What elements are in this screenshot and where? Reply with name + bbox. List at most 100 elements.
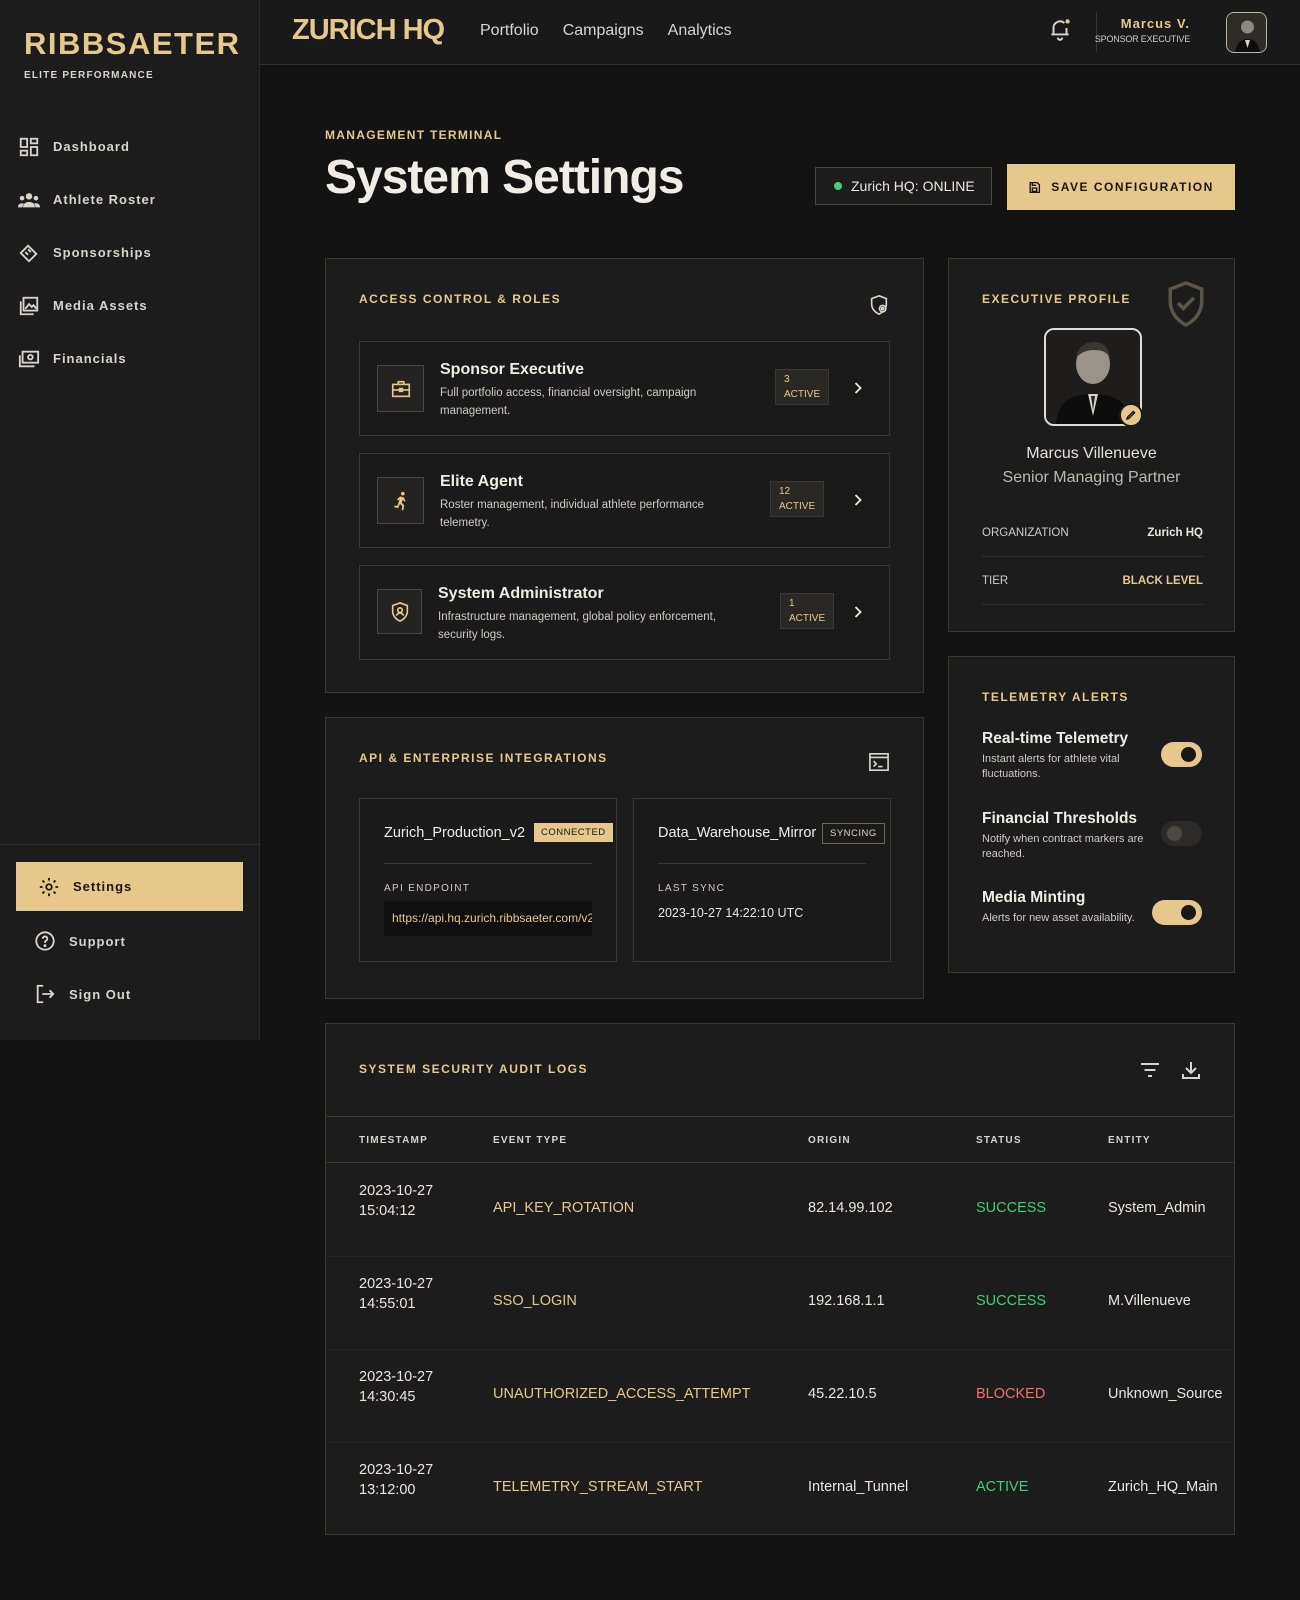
status-text: Zurich HQ: ONLINE: [851, 178, 975, 194]
sidebar-item-financials[interactable]: Financials: [0, 332, 259, 385]
sidebar-item-label: Athlete Roster: [53, 192, 156, 207]
role-count: 1: [789, 598, 795, 609]
handshake-icon: [17, 241, 41, 265]
integration-name: Zurich_Production_v2: [384, 825, 526, 841]
column-header: ORIGIN: [808, 1135, 851, 1146]
sidebar-footer: Settings Support Sign Out: [0, 844, 259, 1040]
top-nav-analytics[interactable]: Analytics: [668, 22, 732, 40]
photo-library-icon: [17, 294, 41, 318]
cell-origin: Internal_Tunnel: [808, 1479, 909, 1495]
role-status: ACTIVE: [779, 501, 816, 512]
api-endpoint-field[interactable]: https://api.hq.zurich.ribbsaeter.com/v2/…: [384, 901, 592, 936]
column-header: STATUS: [976, 1135, 1022, 1146]
cell-origin: 82.14.99.102: [808, 1200, 893, 1216]
role-elite-agent[interactable]: Elite Agent Roster management, individua…: [359, 453, 890, 548]
financial-thresholds-toggle[interactable]: [1161, 821, 1202, 846]
save-icon: [1028, 181, 1041, 194]
sidebar-item-label: Settings: [73, 879, 133, 894]
chevron-right-icon: [848, 602, 868, 622]
role-system-administrator[interactable]: System Administrator Infrastructure mana…: [359, 565, 890, 660]
column-header: EVENT TYPE: [493, 1135, 568, 1146]
cell-entity: System_Admin: [1108, 1200, 1206, 1216]
sidebar-item-sponsorships[interactable]: Sponsorships: [0, 226, 259, 279]
card-title: EXECUTIVE PROFILE: [982, 292, 1131, 306]
integration-label: LAST SYNC: [658, 883, 726, 894]
gear-icon: [37, 875, 61, 899]
admin-panel-settings-icon[interactable]: [868, 294, 890, 321]
cell-status: SUCCESS: [976, 1200, 1047, 1216]
card-title: SYSTEM SECURITY AUDIT LOGS: [359, 1062, 589, 1076]
sidebar-item-sign-out[interactable]: Sign Out: [33, 982, 131, 1006]
dashboard-icon: [17, 135, 41, 159]
user-menu[interactable]: Marcus V. SPONSOR EXECUTIVE: [1095, 16, 1190, 44]
status-badge: Zurich HQ: ONLINE: [815, 167, 992, 205]
top-bar: ZURICH HQ Portfolio Campaigns Analytics …: [260, 0, 1300, 65]
cell-timestamp: 2023-10-27 14:30:45: [359, 1369, 434, 1405]
column-header: ENTITY: [1108, 1135, 1151, 1146]
download-icon[interactable]: [1179, 1058, 1203, 1082]
top-nav-campaigns[interactable]: Campaigns: [563, 22, 644, 40]
save-label: SAVE CONFIGURATION: [1051, 180, 1214, 194]
integration-status-badge: CONNECTED: [534, 823, 613, 842]
athlete-icon: [377, 477, 424, 524]
sidebar-item-settings[interactable]: Settings: [16, 862, 243, 911]
avatar[interactable]: [1226, 12, 1267, 53]
card-title: ACCESS CONTROL & ROLES: [359, 292, 562, 306]
integration-data-warehouse[interactable]: Data_Warehouse_Mirror SYNCING LAST SYNC …: [633, 798, 891, 962]
role-count: 12: [779, 486, 791, 497]
edit-pencil-icon[interactable]: [1119, 403, 1143, 427]
profile-organization-row: ORGANIZATION Zurich HQ: [982, 509, 1203, 557]
divider: [384, 863, 592, 864]
integration-zurich-production[interactable]: Zurich_Production_v2 CONNECTED API ENDPO…: [359, 798, 617, 962]
top-nav-portfolio[interactable]: Portfolio: [480, 22, 539, 40]
toggle-knob: [1181, 905, 1196, 920]
sidebar-item-media-assets[interactable]: Media Assets: [0, 279, 259, 332]
page-eyebrow: MANAGEMENT TERMINAL: [325, 128, 503, 142]
toggle-knob: [1167, 826, 1182, 841]
logo[interactable]: RIBBSAETER ELITE PERFORMANCE: [24, 26, 241, 81]
chevron-right-icon: [848, 378, 868, 398]
role-status: ACTIVE: [789, 613, 826, 624]
cell-origin: 45.22.10.5: [808, 1386, 877, 1402]
sidebar-item-athlete-roster[interactable]: Athlete Roster: [0, 173, 259, 226]
save-configuration-button[interactable]: SAVE CONFIGURATION: [1007, 164, 1235, 210]
user-name: Marcus V.: [1120, 16, 1190, 31]
terminal-icon[interactable]: [868, 752, 890, 777]
sidebar-item-label: Financials: [53, 351, 127, 366]
real-time-telemetry-toggle[interactable]: [1161, 742, 1202, 767]
sidebar-item-dashboard[interactable]: Dashboard: [0, 120, 259, 173]
organization-value: Zurich HQ: [1147, 526, 1203, 539]
profile-tier-row: TIER BLACK LEVEL: [982, 557, 1203, 605]
cell-origin: 192.168.1.1: [808, 1293, 885, 1309]
tier-value: BLACK LEVEL: [1122, 574, 1204, 587]
sidebar-item-label: Support: [69, 933, 126, 949]
cell-timestamp: 2023-10-27 13:12:00: [359, 1462, 434, 1498]
role-name: Elite Agent: [440, 473, 523, 490]
group-icon: [17, 188, 41, 212]
integrations-card: API & ENTERPRISE INTEGRATIONS Zurich_Pro…: [325, 717, 924, 999]
table-header: TIMESTAMP EVENT TYPE ORIGIN STATUS ENTIT…: [326, 1116, 1234, 1163]
table-row[interactable]: 2023-10-27 15:04:12 API_KEY_ROTATION 82.…: [326, 1164, 1234, 1257]
brand-title: ZURICH HQ: [292, 14, 445, 46]
filter-icon[interactable]: [1138, 1058, 1162, 1082]
role-count-badge: 12 ACTIVE: [770, 481, 825, 517]
cell-entity: M.Villenueve: [1108, 1293, 1191, 1309]
role-sponsor-executive[interactable]: Sponsor Executive Full portfolio access,…: [359, 341, 890, 436]
table-row[interactable]: 2023-10-27 13:12:00 TELEMETRY_STREAM_STA…: [326, 1443, 1234, 1536]
cell-entity: Zurich_HQ_Main: [1108, 1479, 1218, 1495]
role-count: 3: [784, 374, 790, 385]
cell-timestamp: 2023-10-27 14:55:01: [359, 1276, 434, 1312]
help-icon: [33, 929, 57, 953]
media-minting-toggle[interactable]: [1152, 900, 1202, 925]
integration-status-badge: SYNCING: [822, 823, 885, 844]
cell-timestamp: 2023-10-27 15:04:12: [359, 1183, 434, 1219]
notification-bell-icon[interactable]: [1047, 16, 1073, 42]
table-row[interactable]: 2023-10-27 14:55:01 SSO_LOGIN 192.168.1.…: [326, 1257, 1234, 1350]
payments-icon: [17, 347, 41, 371]
telemetry-alerts-card: TELEMETRY ALERTS Real-time Telemetry Ins…: [948, 656, 1235, 973]
sidebar-item-support[interactable]: Support: [33, 929, 126, 953]
role-status: ACTIVE: [784, 389, 821, 400]
cell-event-type: UNAUTHORIZED_ACCESS_ATTEMPT: [493, 1386, 751, 1402]
cell-event-type: TELEMETRY_STREAM_START: [493, 1479, 703, 1495]
table-row[interactable]: 2023-10-27 14:30:45 UNAUTHORIZED_ACCESS_…: [326, 1350, 1234, 1443]
